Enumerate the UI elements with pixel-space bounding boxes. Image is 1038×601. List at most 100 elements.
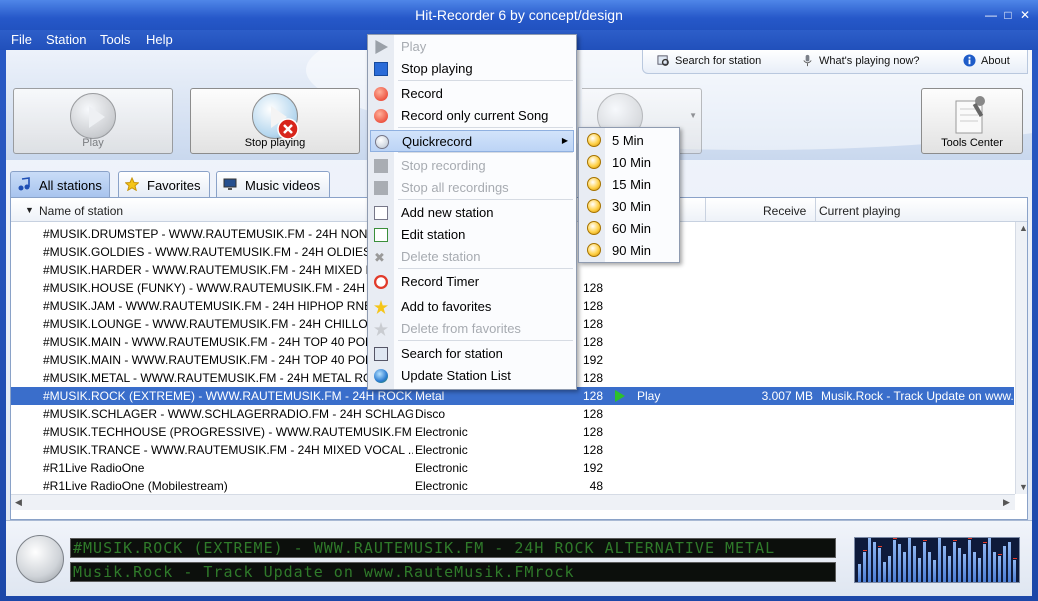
cell-genre: Electronic — [415, 425, 468, 439]
vertical-scrollbar[interactable]: ▲ ▼ — [1015, 222, 1027, 494]
scroll-right-icon[interactable]: ▶ — [1003, 497, 1010, 508]
stop-playing-button[interactable]: Stop playing — [190, 88, 360, 154]
spectrum-bar — [878, 548, 881, 582]
close-icon[interactable]: ✕ — [1017, 7, 1033, 23]
spectrum-analyzer — [854, 537, 1020, 583]
add-station-icon — [374, 206, 388, 220]
menu-item-edit-station[interactable]: Edit station — [370, 224, 574, 246]
menu-file[interactable]: File — [11, 32, 32, 47]
play-button[interactable]: Play — [13, 88, 173, 154]
maximize-icon[interactable]: □ — [1000, 7, 1016, 23]
menu-item-label: Search for station — [401, 346, 503, 361]
menu-item-search-for-station[interactable]: Search for station — [370, 343, 574, 365]
clock-icon — [587, 199, 601, 213]
tab-all-stations[interactable]: All stations — [10, 171, 110, 197]
submenu-item-label: 15 Min — [612, 177, 652, 192]
spectrum-bar — [908, 538, 911, 582]
spectrum-bar — [903, 552, 906, 582]
minimize-icon[interactable]: — — [983, 7, 999, 23]
scroll-down-icon[interactable]: ▼ — [1019, 482, 1027, 492]
quickrecord-15-min[interactable]: 15 Min — [581, 173, 677, 195]
scroll-left-icon[interactable]: ◀ — [15, 497, 22, 508]
cell-name: #MUSIK.ROCK (EXTREME) - WWW.RAUTEMUSIK.F… — [43, 389, 413, 403]
spectrum-bar — [928, 552, 931, 582]
tools-center-button[interactable]: Tools Center — [921, 88, 1023, 154]
menu-item-label: Record only current Song — [401, 108, 549, 123]
cell-genre: Electronic — [415, 461, 468, 475]
spectrum-bar — [883, 562, 886, 582]
quickrecord-10-min[interactable]: 10 Min — [581, 151, 677, 173]
table-row[interactable]: #MUSIK.TRANCE - WWW.RAUTEMUSIK.FM - 24H … — [11, 441, 1014, 459]
stop-all-recordings-icon — [374, 181, 388, 195]
context-menu: Play Stop playing Record Record only curren… — [367, 34, 577, 390]
quickrecord-5-min[interactable]: 5 Min — [581, 129, 677, 151]
tab-favorites[interactable]: Favorites — [118, 171, 210, 197]
tab-music-videos[interactable]: Music videos — [216, 171, 330, 197]
table-row[interactable]: #MUSIK.TECHHOUSE (PROGRESSIVE) - WWW.RAU… — [11, 423, 1014, 441]
spectrum-bar — [888, 556, 891, 582]
menu-station[interactable]: Station — [46, 32, 86, 47]
tools-center-label: Tools Center — [941, 137, 1003, 149]
table-row[interactable]: #MUSIK.SCHLAGER - WWW.SCHLAGERRADIO.FM -… — [11, 405, 1014, 423]
cell-name: #MUSIK.DRUMSTEP - WWW.RAUTEMUSIK.FM - 24… — [43, 227, 413, 241]
spectrum-bar — [958, 548, 961, 582]
menu-item-label: Stop all recordings — [401, 180, 509, 195]
menu-item-label: Delete from favorites — [401, 321, 521, 336]
title-bar: Hit-Recorder 6 by concept/design — □ ✕ — [0, 0, 1038, 30]
menu-item-delete-from-favorites: Delete from favorites — [370, 318, 574, 340]
horizontal-scrollbar[interactable]: ◀ ▶ — [11, 494, 1015, 510]
cell-name: #MUSIK.HARDER - WWW.RAUTEMUSIK.FM - 24H … — [43, 263, 400, 277]
quickrecord-90-min[interactable]: 90 Min — [581, 239, 677, 261]
table-row[interactable]: #R1Live RadioOne (Mobilestream) Electroni… — [11, 477, 1014, 495]
menu-item-record[interactable]: Record — [370, 83, 574, 105]
menu-help[interactable]: Help — [146, 32, 173, 47]
column-receive-header[interactable]: Receive — [763, 204, 806, 218]
menu-item-update-station-list[interactable]: Update Station List — [370, 365, 574, 387]
menu-item-label: Quickrecord — [402, 134, 473, 149]
cell-name: #MUSIK.METAL - WWW.RAUTEMUSIK.FM - 24H M… — [43, 371, 390, 385]
menu-item-stop-all-recordings: Stop all recordings — [370, 177, 574, 199]
cell-status: Play — [637, 389, 661, 403]
cell-bitrate: 128 — [582, 425, 603, 439]
volume-knob[interactable] — [16, 535, 64, 583]
menu-item-label: Stop playing — [401, 61, 473, 76]
spectrum-bar — [1008, 542, 1011, 582]
star-icon — [125, 177, 139, 191]
menu-item-add-new-station[interactable]: Add new station — [370, 202, 574, 224]
menu-item-label: Edit station — [401, 227, 466, 242]
app-window: Hit-Recorder 6 by concept/design — □ ✕ F… — [0, 0, 1038, 601]
menu-item-add-to-favorites[interactable]: Add to favorites — [370, 296, 574, 318]
record-timer-icon — [374, 275, 388, 289]
spectrum-bar — [953, 542, 956, 582]
whats-playing-link[interactable]: What's playing now? — [819, 55, 920, 67]
microphone-icon — [803, 54, 812, 67]
quickrecord-30-min[interactable]: 30 Min — [581, 195, 677, 217]
cell-genre: Electronic — [415, 479, 468, 493]
table-row[interactable]: #R1Live RadioOne Electronic 192 — [11, 459, 1014, 477]
spectrum-peak — [998, 554, 1002, 555]
column-name-header[interactable]: Name of station — [39, 204, 123, 218]
menu-item-quickrecord[interactable]: Quickrecord ▶ — [370, 130, 574, 152]
search-for-station-link[interactable]: Search for station — [675, 55, 761, 67]
spectrum-bar — [938, 538, 941, 582]
scroll-up-icon[interactable]: ▲ — [1019, 223, 1027, 233]
column-current-header[interactable]: Current playing — [819, 204, 900, 218]
cell-bitrate: 48 — [589, 479, 603, 493]
cell-name: #MUSIK.TRANCE - WWW.RAUTEMUSIK.FM - 24H … — [43, 443, 413, 457]
stop-play-icon — [252, 93, 299, 140]
tab-label: Favorites — [147, 178, 201, 193]
cell-name: #MUSIK.GOLDIES - WWW.RAUTEMUSIK.FM - 24H… — [43, 245, 413, 259]
submenu-arrow-icon: ▶ — [561, 136, 568, 145]
menu-item-label: Stop recording — [401, 158, 486, 173]
about-link[interactable]: About — [981, 55, 1010, 67]
menu-tools[interactable]: Tools — [100, 32, 130, 47]
quickrecord-60-min[interactable]: 60 Min — [581, 217, 677, 239]
play-icon — [375, 40, 388, 54]
update-list-icon — [374, 369, 388, 383]
menu-item-record-only-current-song[interactable]: Record only current Song — [370, 105, 574, 127]
play-icon — [70, 93, 116, 139]
cell-name: #R1Live RadioOne (Mobilestream) — [43, 479, 228, 493]
menu-item-stop-playing[interactable]: Stop playing — [370, 58, 574, 80]
menu-item-record-timer[interactable]: Record Timer — [370, 271, 574, 293]
spectrum-peak — [923, 540, 927, 541]
